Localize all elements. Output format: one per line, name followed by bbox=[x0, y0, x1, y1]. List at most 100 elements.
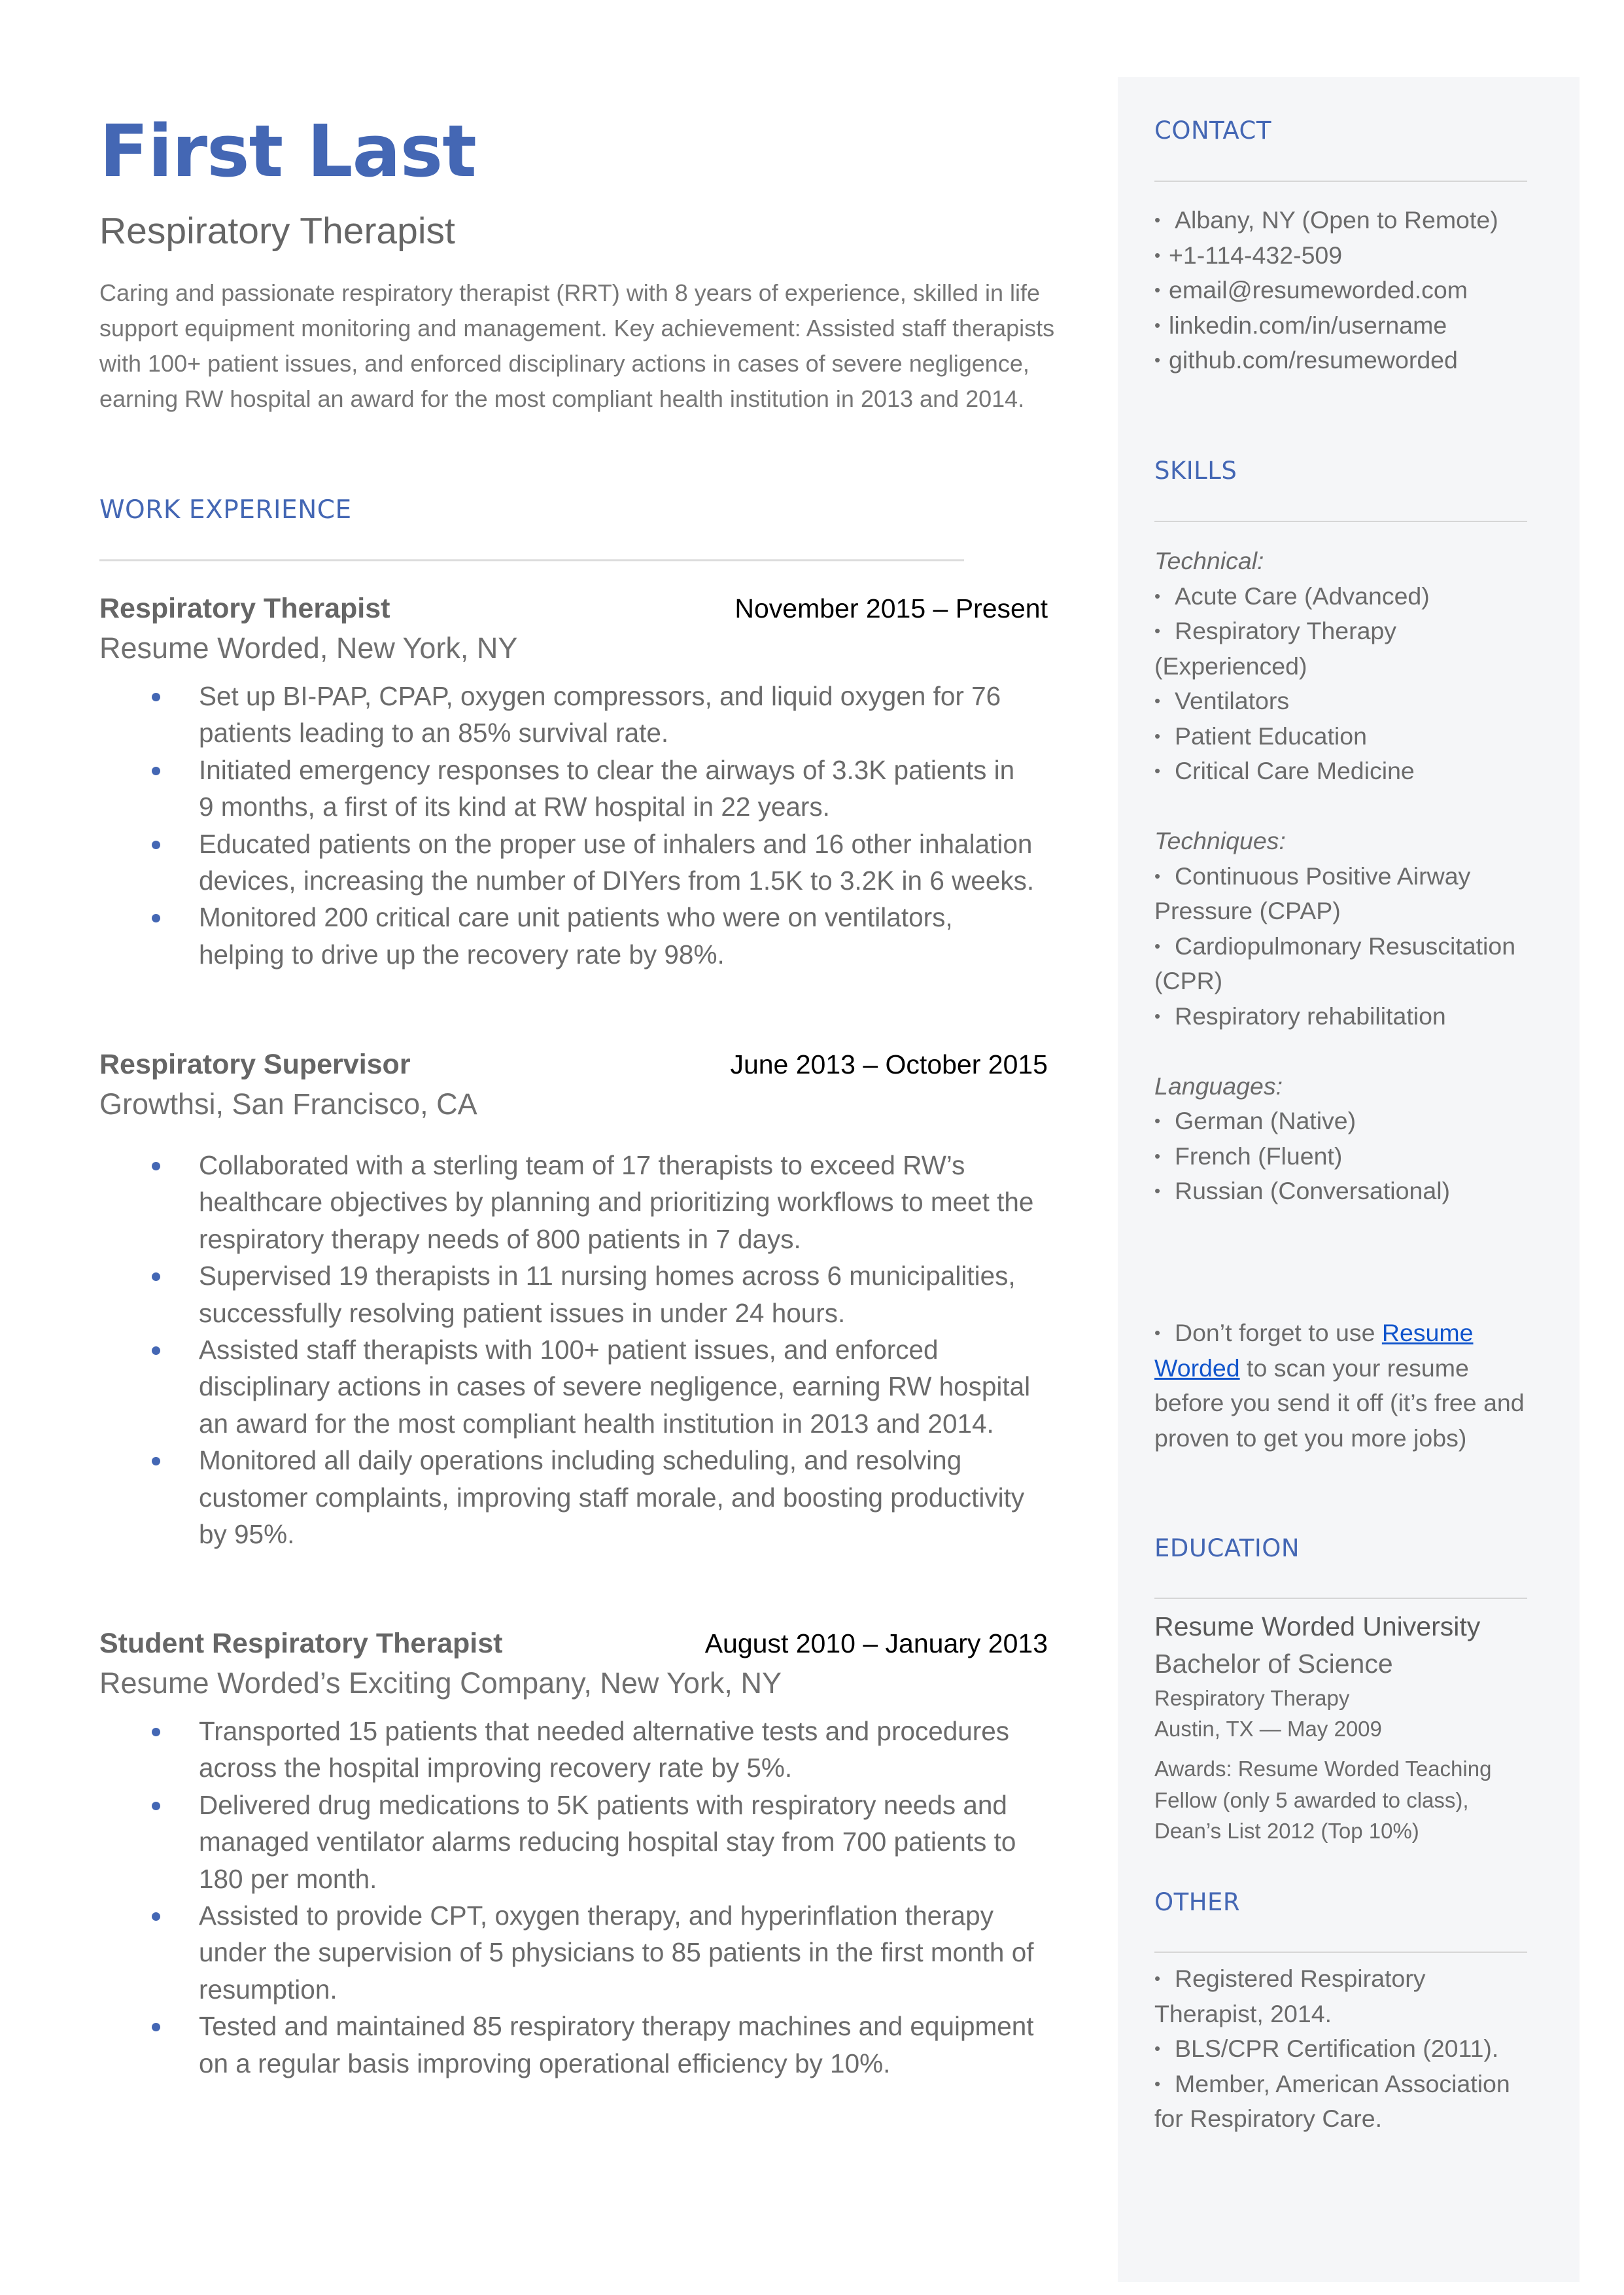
other-heading: OTHER bbox=[1154, 1888, 1241, 1916]
section-divider bbox=[1154, 521, 1527, 522]
bullet-icon: • bbox=[1154, 1323, 1161, 1342]
bullet-icon: • bbox=[1154, 726, 1161, 746]
job-bullet: Transported 15 patients that needed alte… bbox=[99, 1713, 1035, 1787]
bullet-icon: • bbox=[1154, 315, 1161, 335]
skill-text: Continuous Positive Airway Pressure (CPA… bbox=[1154, 862, 1471, 925]
bullet-icon: • bbox=[1154, 866, 1161, 886]
skill-item: • Russian (Conversational) bbox=[1154, 1174, 1540, 1209]
bullet-icon: • bbox=[1154, 1181, 1161, 1200]
other-item: • BLS/CPR Certification (2011). bbox=[1154, 2031, 1540, 2067]
bullet-dot-icon bbox=[152, 693, 160, 701]
field-of-study: Respiratory Therapy bbox=[1154, 1686, 1350, 1710]
skill-category: Technical: bbox=[1154, 547, 1264, 574]
job-bullets: Collaborated with a sterling team of 17 … bbox=[99, 1147, 1035, 1552]
education-awards: Awards: Resume Worded Teaching Fellow (o… bbox=[1154, 1757, 1492, 1843]
skill-category: Techniques: bbox=[1154, 827, 1286, 854]
contact-github[interactable]: • github.com/resumeworded bbox=[1154, 343, 1540, 378]
skill-item: • Continuous Positive Airway Pressure (CP… bbox=[1154, 859, 1540, 929]
bullet-icon: • bbox=[1154, 350, 1161, 370]
section-divider bbox=[1154, 1598, 1527, 1599]
job-bullet: Assisted to provide CPT, oxygen therapy,… bbox=[99, 1897, 1035, 2008]
contact-email[interactable]: • email@resumeworded.com bbox=[1154, 273, 1540, 308]
bullet-icon: • bbox=[1154, 1146, 1161, 1166]
bullet-dot-icon bbox=[152, 1801, 160, 1810]
skill-text: Respiratory Therapy (Experienced) bbox=[1154, 617, 1397, 680]
skill-item: • Critical Care Medicine bbox=[1154, 754, 1540, 789]
degree: Bachelor of Science bbox=[1154, 1649, 1393, 1679]
candidate-title: Respiratory Therapist bbox=[99, 210, 455, 252]
bullet-icon: • bbox=[1154, 761, 1161, 780]
bullet-icon: • bbox=[1154, 280, 1161, 300]
contact-heading: CONTACT bbox=[1154, 116, 1271, 145]
bullet-text: Delivered drug medications to 5K patient… bbox=[199, 1789, 1016, 1894]
job-entry: Respiratory Supervisor June 2013 – Octob… bbox=[99, 1045, 1048, 1552]
job-bullet: Supervised 19 therapists in 11 nursing h… bbox=[99, 1257, 1035, 1331]
skill-item: • Cardiopulmonary Resuscitation (CPR) bbox=[1154, 929, 1540, 999]
contact-linkedin[interactable]: • linkedin.com/in/username bbox=[1154, 308, 1540, 343]
skill-item: • Patient Education bbox=[1154, 719, 1540, 754]
bullet-text: Monitored all daily operations including… bbox=[199, 1445, 1025, 1550]
bullet-text: Assisted staff therapists with 100+ pati… bbox=[199, 1335, 1031, 1439]
bullet-dot-icon bbox=[152, 840, 160, 849]
other-item: • Registered Respiratory Therapist, 2014. bbox=[1154, 1961, 1540, 2031]
bullet-icon: • bbox=[1154, 1969, 1161, 1988]
contact-list: • Albany, NY (Open to Remote) • +1-114-432… bbox=[1154, 203, 1540, 378]
contact-phone[interactable]: • +1-114-432-509 bbox=[1154, 238, 1540, 273]
job-header: Respiratory Supervisor June 2013 – Octob… bbox=[99, 1045, 1048, 1084]
bullet-text: Collaborated with a sterling team of 17 … bbox=[199, 1150, 1034, 1254]
job-entry: Respiratory Therapist November 2015 – Pr… bbox=[99, 589, 1048, 973]
job-bullet: Monitored 200 critical care unit patient… bbox=[99, 899, 1035, 973]
skill-text: Critical Care Medicine bbox=[1175, 757, 1415, 784]
contact-text: linkedin.com/in/username bbox=[1169, 311, 1447, 339]
education-heading: EDUCATION bbox=[1154, 1534, 1300, 1562]
skills-list: Technical: • Acute Care (Advanced) • Respi… bbox=[1154, 544, 1540, 1209]
work-experience-heading: WORK EXPERIENCE bbox=[99, 495, 352, 525]
bullet-icon: • bbox=[1154, 586, 1161, 606]
job-title: Respiratory Supervisor bbox=[99, 1049, 411, 1080]
bullet-text: Monitored 200 critical care unit patient… bbox=[199, 902, 953, 970]
school-name: Resume Worded University bbox=[1154, 1611, 1481, 1641]
bullet-icon: • bbox=[1154, 210, 1161, 230]
job-dates: November 2015 – Present bbox=[734, 593, 1048, 623]
job-bullet: Monitored all daily operations including… bbox=[99, 1442, 1035, 1552]
bullet-icon: • bbox=[1154, 936, 1161, 956]
bullet-text: Transported 15 patients that needed alte… bbox=[199, 1716, 1010, 1783]
skill-text: French (Fluent) bbox=[1175, 1142, 1343, 1170]
bullet-dot-icon bbox=[152, 1728, 160, 1736]
tip-text: Don’t forget to use bbox=[1175, 1319, 1382, 1346]
job-bullet: Assisted staff therapists with 100+ pati… bbox=[99, 1331, 1035, 1442]
bullet-text: Set up BI-PAP, CPAP, oxygen compressors,… bbox=[199, 681, 1001, 748]
bullet-text: Tested and maintained 85 respiratory the… bbox=[199, 2011, 1034, 2078]
bullet-icon: • bbox=[1154, 621, 1161, 640]
job-bullet: Collaborated with a sterling team of 17 … bbox=[99, 1147, 1035, 1257]
bullet-dot-icon bbox=[152, 914, 160, 923]
contact-text: email@resumeworded.com bbox=[1169, 276, 1468, 304]
bullet-icon: • bbox=[1154, 245, 1161, 265]
bullet-text: Supervised 19 therapists in 11 nursing h… bbox=[199, 1261, 1016, 1328]
job-bullet: Delivered drug medications to 5K patient… bbox=[99, 1787, 1035, 1897]
job-company: Resume Worded, New York, NY bbox=[99, 631, 518, 665]
job-bullets: Set up BI-PAP, CPAP, oxygen compressors,… bbox=[99, 678, 1035, 973]
job-company: Growthsi, San Francisco, CA bbox=[99, 1087, 477, 1121]
bullet-text: Educated patients on the proper use of i… bbox=[199, 828, 1035, 896]
skill-text: Russian (Conversational) bbox=[1175, 1177, 1451, 1204]
bullet-dot-icon bbox=[152, 1457, 160, 1466]
contact-text: +1-114-432-509 bbox=[1169, 241, 1343, 269]
candidate-name: First Last bbox=[99, 109, 477, 193]
skill-text: German (Native) bbox=[1175, 1107, 1356, 1134]
job-title: Respiratory Therapist bbox=[99, 593, 390, 624]
contact-text: github.com/resumeworded bbox=[1169, 346, 1458, 374]
job-entry: Student Respiratory Therapist August 201… bbox=[99, 1624, 1048, 2082]
bullet-icon: • bbox=[1154, 691, 1161, 710]
bullet-dot-icon bbox=[152, 766, 160, 775]
job-bullet: Initiated emergency responses to clear t… bbox=[99, 752, 1035, 826]
section-divider bbox=[1154, 1952, 1527, 1953]
skill-item: • Acute Care (Advanced) bbox=[1154, 579, 1540, 614]
other-text: BLS/CPR Certification (2011). bbox=[1175, 2035, 1499, 2062]
bullet-icon: • bbox=[1154, 1006, 1161, 1026]
job-header: Student Respiratory Therapist August 201… bbox=[99, 1624, 1048, 1663]
skill-item: • Respiratory rehabilitation bbox=[1154, 999, 1540, 1034]
job-company: Resume Worded’s Exciting Company, New Yo… bbox=[99, 1666, 782, 1700]
contact-location: • Albany, NY (Open to Remote) bbox=[1154, 203, 1540, 238]
bullet-dot-icon bbox=[152, 1912, 160, 1921]
